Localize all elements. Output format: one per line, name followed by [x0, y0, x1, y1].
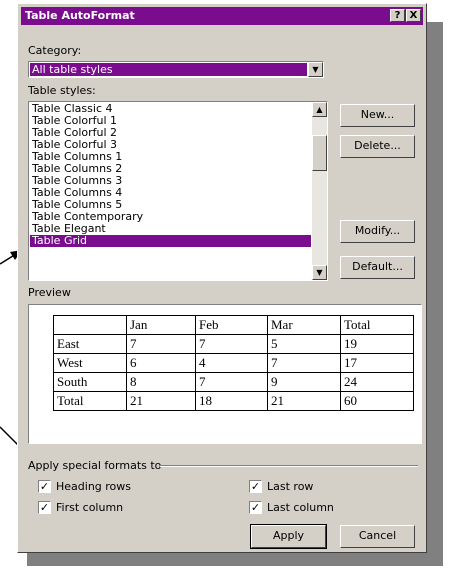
cancel-button[interactable]: Cancel — [340, 525, 415, 548]
last-column-label[interactable]: Last column — [267, 501, 334, 514]
last-row-checkbox[interactable]: ✓ — [249, 480, 262, 493]
chevron-down-icon[interactable]: ▼ — [308, 62, 323, 77]
special-formats-label: Apply special formats to — [28, 459, 162, 472]
dialog-title: Table AutoFormat — [25, 9, 135, 22]
table-cell: 4 — [195, 353, 268, 373]
special-formats-divider — [160, 465, 418, 467]
table-cell: West — [53, 353, 127, 373]
table-row: East 7 7 5 19 — [53, 334, 414, 354]
table-cell: Mar — [267, 315, 341, 335]
first-column-label[interactable]: First column — [56, 501, 123, 514]
preview-panel: Jan Feb Mar Total East 7 7 5 19 West 6 4… — [28, 304, 422, 444]
table-cell: 21 — [267, 391, 341, 411]
table-cell: 7 — [126, 334, 196, 354]
new-button[interactable]: New... — [340, 104, 415, 127]
table-styles-list[interactable]: Table Classic 4 Table Colorful 1 Table C… — [28, 101, 328, 281]
table-cell: 18 — [195, 391, 268, 411]
table-cell: 21 — [126, 391, 196, 411]
vertical-scrollbar[interactable]: ▲ ▼ — [312, 102, 327, 280]
table-cell: 60 — [340, 391, 414, 411]
preview-table: Jan Feb Mar Total East 7 7 5 19 West 6 4… — [53, 315, 414, 411]
table-cell: Jan — [126, 315, 196, 335]
table-row: West 6 4 7 17 — [53, 353, 414, 373]
table-cell: Total — [53, 391, 127, 411]
scroll-thumb[interactable] — [312, 135, 327, 171]
table-cell: 5 — [267, 334, 341, 354]
table-row: Total 21 18 21 60 — [53, 391, 414, 411]
last-row-label[interactable]: Last row — [267, 480, 313, 493]
close-button[interactable]: X — [406, 9, 421, 22]
table-autoformat-dialog: Table AutoFormat ? X Category: All table… — [17, 3, 427, 553]
table-cell: 24 — [340, 372, 414, 392]
heading-rows-label[interactable]: Heading rows — [56, 480, 131, 493]
scroll-up-icon[interactable]: ▲ — [312, 102, 327, 117]
table-cell: 19 — [340, 334, 414, 354]
category-label: Category: — [28, 44, 82, 57]
heading-rows-checkbox[interactable]: ✓ — [38, 480, 51, 493]
delete-button[interactable]: Delete... — [340, 135, 415, 158]
last-column-checkbox[interactable]: ✓ — [249, 501, 262, 514]
table-cell: Feb — [195, 315, 268, 335]
table-cell: East — [53, 334, 127, 354]
table-row: South 8 7 9 24 — [53, 372, 414, 392]
apply-button[interactable]: Apply — [250, 524, 327, 549]
table-styles-label: Table styles: — [28, 84, 96, 97]
table-row: Jan Feb Mar Total — [53, 315, 414, 335]
table-cell: 7 — [195, 334, 268, 354]
table-cell: 17 — [340, 353, 414, 373]
first-column-checkbox[interactable]: ✓ — [38, 501, 51, 514]
table-cell: South — [53, 372, 127, 392]
modify-button[interactable]: Modify... — [340, 220, 415, 243]
category-value: All table styles — [30, 63, 307, 76]
table-cell: 9 — [267, 372, 341, 392]
table-cell: 7 — [267, 353, 341, 373]
table-cell: 8 — [126, 372, 196, 392]
preview-label: Preview — [28, 286, 71, 299]
table-cell: 6 — [126, 353, 196, 373]
scroll-down-icon[interactable]: ▼ — [312, 265, 327, 280]
help-button[interactable]: ? — [390, 9, 405, 22]
category-dropdown[interactable]: All table styles ▼ — [28, 61, 324, 78]
title-bar: Table AutoFormat ? X — [21, 7, 423, 25]
table-cell: Total — [340, 315, 414, 335]
default-button[interactable]: Default... — [340, 256, 415, 279]
list-item-selected[interactable]: Table Grid — [30, 235, 311, 247]
table-cell — [53, 315, 127, 335]
table-cell: 7 — [195, 372, 268, 392]
